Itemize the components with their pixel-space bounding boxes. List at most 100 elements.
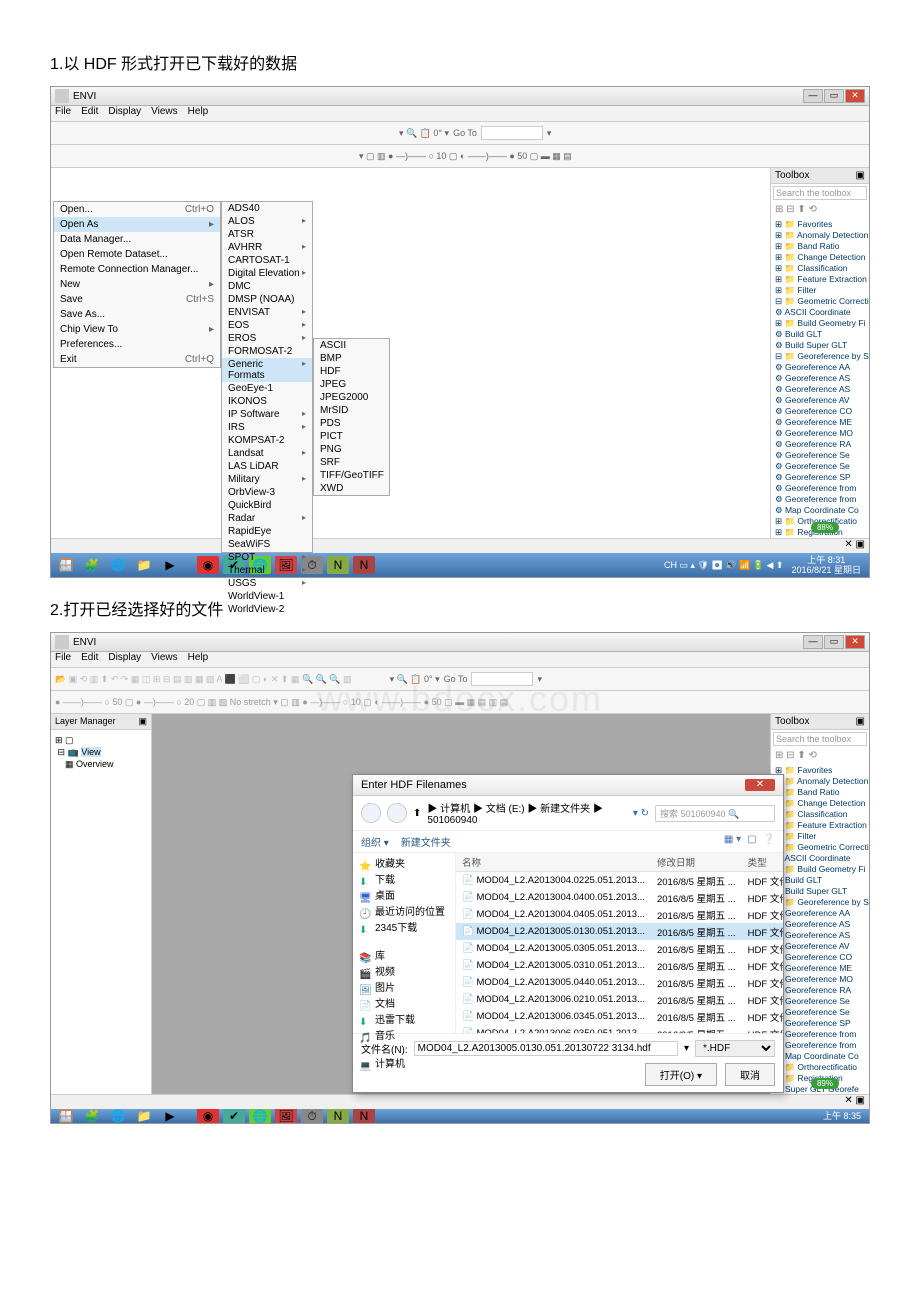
generic-format-item[interactable]: XWD	[314, 482, 389, 495]
generic-format-item[interactable]: PDS	[314, 417, 389, 430]
openas-item[interactable]: Military▸	[222, 473, 312, 486]
taskbar-clock[interactable]: 上午 8:35	[819, 1111, 865, 1121]
generic-format-item[interactable]: TIFF/GeoTIFF	[314, 469, 389, 482]
preview-button[interactable]: ▢	[747, 834, 756, 849]
tree-node[interactable]: ⊞ 📁 Build Geometry Fi	[775, 864, 869, 875]
tb-icon-ie[interactable]: 🌐	[107, 556, 129, 574]
sidebar-item[interactable]: 🎬视频	[359, 965, 449, 981]
sidebar-item[interactable]: 🖼图片	[359, 981, 449, 997]
tree-node[interactable]: ⚙ Build GLT	[775, 875, 869, 886]
file-menu-item[interactable]: SaveCtrl+S	[54, 292, 220, 307]
nav-back-button[interactable]	[361, 803, 381, 823]
sidebar-item[interactable]	[359, 937, 449, 949]
tb-icon-explorer[interactable]: 📁	[133, 556, 155, 574]
menu-help[interactable]: Help	[188, 106, 209, 121]
column-header[interactable]: 名称	[456, 853, 651, 872]
menu-edit[interactable]: Edit	[81, 106, 98, 121]
tree-node[interactable]: ⊞ 📁 Feature Extraction	[775, 820, 869, 831]
nav-up-icon[interactable]: ⬆	[413, 808, 421, 819]
tree-node[interactable]: ⊟ 📁 Georeference by S	[775, 351, 869, 362]
tree-node[interactable]: ⚙ Georeference MO	[775, 428, 869, 439]
sidebar-item[interactable]: 📚库	[359, 949, 449, 965]
file-menu-item[interactable]: Open As▸	[54, 217, 220, 232]
tree-node[interactable]: ⚙ Georeference AS	[775, 919, 869, 930]
dialog-sidebar[interactable]: ⭐收藏夹⬇下载🖥桌面🕘最近访问的位置⬇2345下载📚库🎬视频🖼图片📄文档⬇迅雷下…	[353, 853, 456, 1033]
file-row[interactable]: 📄 MOD04_L2.A2013005.0440.051.2013...2016…	[456, 974, 783, 991]
tb-icon-media[interactable]: ▶	[159, 556, 181, 574]
tree-node[interactable]: ⚙ Build GLT	[775, 329, 869, 340]
openas-item[interactable]: Radar▸	[222, 512, 312, 525]
tree-node[interactable]: ⚙ Georeference AV	[775, 395, 869, 406]
tree-node[interactable]: ⚙ Georeference AV	[775, 941, 869, 952]
tree-node[interactable]: ⚙ Georeference AS	[775, 930, 869, 941]
panel-toggle-icon[interactable]: ▣	[138, 716, 147, 727]
generic-format-item[interactable]: JPEG2000	[314, 391, 389, 404]
filename-input[interactable]	[414, 1041, 678, 1056]
file-menu-item[interactable]: Save As...	[54, 307, 220, 322]
openas-item[interactable]: KOMPSAT-2	[222, 434, 312, 447]
tb-icon-explorer[interactable]: 📁	[133, 1109, 155, 1123]
toolbox-search[interactable]: Search the toolbox	[773, 186, 867, 200]
tb-app-1[interactable]: ◉	[197, 1109, 219, 1123]
tree-node[interactable]: ⊞ 📁 Anomaly Detection	[775, 230, 869, 241]
tree-node[interactable]: ⚙ Georeference Se	[775, 461, 869, 472]
openas-item[interactable]: RapidEye	[222, 525, 312, 538]
menu-display[interactable]: Display	[108, 106, 141, 121]
file-row[interactable]: 📄 MOD04_L2.A2013004.0405.051.2013...2016…	[456, 906, 783, 923]
tree-node[interactable]: ⚙ Georeference AA	[775, 362, 869, 373]
cancel-button[interactable]: 取消	[725, 1063, 775, 1086]
openas-item[interactable]: CARTOSAT-1	[222, 254, 312, 267]
file-row[interactable]: 📄 MOD04_L2.A2013004.0400.051.2013...2016…	[456, 889, 783, 906]
openas-item[interactable]: ALOS▸	[222, 215, 312, 228]
tree-node[interactable]: ⊞ 📁 Classification	[775, 809, 869, 820]
menu-edit[interactable]: Edit	[81, 652, 98, 667]
tb-app-5[interactable]: ⏱	[301, 1109, 323, 1123]
menu-display[interactable]: Display	[108, 652, 141, 667]
tree-node[interactable]: ⚙ Build Super GLT	[775, 340, 869, 351]
openas-item[interactable]: IKONOS	[222, 395, 312, 408]
tree-node[interactable]: ⚙ Georeference RA	[775, 439, 869, 450]
tree-node[interactable]: ⚙ Build Super GLT	[775, 886, 869, 897]
tree-node[interactable]: ⚙ Georeference ME	[775, 963, 869, 974]
tb-app-7[interactable]: N	[353, 1109, 375, 1123]
tree-node[interactable]: ⚙ Georeference MO	[775, 974, 869, 985]
openas-item[interactable]: SPOT▸	[222, 551, 312, 564]
close-button[interactable]: ✕	[845, 89, 865, 103]
openas-item[interactable]: Digital Elevation▸	[222, 267, 312, 280]
generic-format-item[interactable]: JPEG	[314, 378, 389, 391]
tree-node[interactable]: ⚙ Georeference CO	[775, 952, 869, 963]
sidebar-item[interactable]: ⬇下载	[359, 873, 449, 889]
tree-node[interactable]: ⚙ Georeference RA	[775, 985, 869, 996]
tree-node[interactable]: ⊟ 📁 Geometric Correctio	[775, 296, 869, 307]
openas-item[interactable]: ADS40	[222, 202, 312, 215]
tb-icon-1[interactable]: 🧩	[81, 1109, 103, 1123]
tree-node[interactable]: ⚙ Georeference AS	[775, 373, 869, 384]
tree-node[interactable]: ⚙ Georeference ME	[775, 417, 869, 428]
file-menu-item[interactable]: Remote Connection Manager...	[54, 262, 220, 277]
file-menu-item[interactable]: Chip View To▸	[54, 322, 220, 337]
sidebar-item[interactable]: 📄文档	[359, 997, 449, 1013]
tree-node[interactable]: ⚙ Georeference Se	[775, 1007, 869, 1018]
openas-item[interactable]: QuickBird	[222, 499, 312, 512]
menu-views[interactable]: Views	[151, 106, 178, 121]
file-row[interactable]: 📄 MOD04_L2.A2013006.0345.051.2013...2016…	[456, 1008, 783, 1025]
tree-node[interactable]: ⚙ Georeference AA	[775, 908, 869, 919]
file-menu-item[interactable]: Data Manager...	[54, 232, 220, 247]
generic-format-item[interactable]: HDF	[314, 365, 389, 378]
openas-item[interactable]: EROS▸	[222, 332, 312, 345]
file-row[interactable]: 📄 MOD04_L2.A2013005.0305.051.2013...2016…	[456, 940, 783, 957]
tree-node[interactable]: ⚙ Georeference SP	[775, 472, 869, 483]
column-header[interactable]: 类型	[742, 853, 783, 872]
openas-item[interactable]: OrbView-3	[222, 486, 312, 499]
help-button[interactable]: ❔	[763, 834, 775, 849]
toolbox-toggle-icon[interactable]: ▣	[856, 170, 865, 181]
generic-format-item[interactable]: MrSID	[314, 404, 389, 417]
openas-item[interactable]: IRS▸	[222, 421, 312, 434]
tb-app-6[interactable]: N	[327, 1109, 349, 1123]
start-button[interactable]: 🪟	[55, 556, 77, 574]
openas-item[interactable]: GeoEye-1	[222, 382, 312, 395]
tree-node[interactable]: ⊞ 📁 Anomaly Detection	[775, 776, 869, 787]
openas-item[interactable]: AVHRR▸	[222, 241, 312, 254]
dialog-close-button[interactable]: ✕	[745, 779, 775, 791]
tree-node[interactable]: ⊞ 📁 Change Detection	[775, 252, 869, 263]
